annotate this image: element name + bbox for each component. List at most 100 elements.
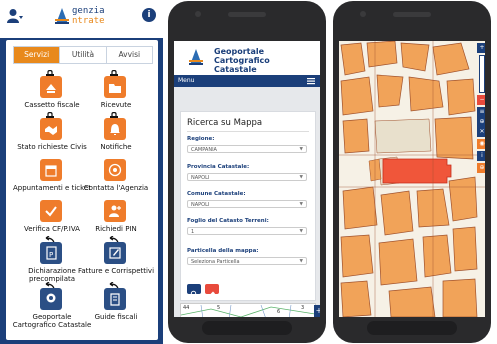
services-card: Servizi Utilità Avvisi Cassetto fiscale R… [6,40,158,340]
service-tile[interactable]: Geoportale Cartografico Catastale [13,282,91,334]
eraser-icon [209,291,215,298]
field-select[interactable]: CAMPANIA ▼ [187,145,307,153]
chevron-down-icon: ▼ [299,202,303,207]
agenzia-logo-mark-icon [55,8,69,24]
locate-button[interactable]: ⊕ [477,117,485,127]
info-icon[interactable]: i [142,8,156,22]
chevron-down-icon: ▼ [299,175,303,180]
field-select[interactable]: Seleziona Particella ▼ [187,257,307,265]
at-icon [104,159,126,181]
zoom-in-button[interactable]: + [477,43,485,53]
menu-bar[interactable]: Menu [174,75,320,87]
cadastral-map[interactable]: + − ≡ ⊕ ✕ ◉ i ⊕ [339,41,485,317]
service-tile[interactable]: Notifiche [80,112,152,164]
chevron-down-icon: ▼ [299,259,303,264]
map-number: 6 [277,309,281,315]
user-settings-icon[interactable] [6,8,24,24]
map-pin-icon [40,288,62,310]
field-label: Comune Catastale: [187,191,246,197]
drawer-icon [40,76,62,98]
tab-avvisi[interactable]: Avvisi [107,47,152,63]
cadastral-map-drawing [339,41,485,317]
field-value: NAPOLI [191,175,210,181]
edit-icon [104,242,126,264]
agenzia-entrate-logo: genzia ntrate [54,4,122,32]
field-label: Particella della mappa: [187,248,259,254]
field-label: Foglio del Catasto Terreni: [187,218,269,224]
geoportale-screen: Geoportale Cartografico Catastale Menu R… [174,41,320,317]
service-tile-label: Richiedi PIN [95,225,137,233]
expand-map-button[interactable]: + [314,305,320,317]
app-screen: genzia ntrate i Servizi Utilità Avvisi C… [0,0,163,344]
service-tile[interactable]: Stato richieste Civis [16,112,88,164]
field-select[interactable]: NAPOLI ▼ [187,173,307,181]
panel-title: Ricerca su Mappa [187,118,263,128]
navigate-button[interactable]: ⊕ [477,163,485,173]
map-number: 5 [217,305,221,311]
phone-frame-geoportale: Geoportale Cartografico Catastale Menu R… [168,1,326,343]
zoom-out-button[interactable]: − [477,95,485,105]
field-select[interactable]: 1 ▼ [187,227,307,235]
book-icon [104,288,126,310]
mini-map[interactable]: 44 5 6 3 [180,303,316,317]
agenzia-logo-mark-icon [189,49,203,65]
svg-text:P: P [49,251,53,259]
service-tile[interactable]: Guide fiscali [80,282,152,334]
tab-bar: Servizi Utilità Avvisi [13,46,153,64]
tab-servizi[interactable]: Servizi [14,47,61,63]
service-tile-label: Notifiche [100,143,132,151]
chevron-down-icon: ▼ [299,229,303,234]
target-button[interactable]: ◉ [477,139,485,149]
check-icon [40,200,62,222]
phone-speaker [228,12,266,17]
geoportale-header: Geoportale Cartografico Catastale [174,41,320,74]
field-value: Seleziona Particella [191,259,240,265]
bell-icon [104,118,126,140]
service-tile[interactable]: Contatta l'Agenzia [80,159,152,205]
logo-line-2: ntrate [72,16,105,26]
service-tile-label: Ricevute [100,101,132,109]
service-tile-label: Guide fiscali [94,313,138,321]
field-value: CAMPANIA [191,147,217,153]
field-select[interactable]: NAPOLI ▼ [187,200,307,208]
folder-icon [104,76,126,98]
phone-frame-map: + − ≡ ⊕ ✕ ◉ i ⊕ [333,1,491,343]
menu-label[interactable]: Menu [178,77,194,84]
zoom-slider[interactable] [479,55,485,93]
phone-camera [360,11,366,17]
field-label: Provincia Catastale: [187,164,250,170]
mini-map-drawing [181,304,315,317]
phone-home-button [202,321,292,335]
chevron-down-icon: ▼ [299,147,303,152]
selected-parcel[interactable] [382,158,452,184]
geoportale-body: Ricerca su Mappa Regione: CAMPANIA ▼ Provin… [174,87,320,317]
logo-line-1: genzia [72,6,105,16]
phone-camera [195,11,201,17]
tab-utilita[interactable]: Utilità [60,47,107,63]
service-tile-label: Fatture e Corrispettivi [77,267,155,275]
panel-divider [187,131,309,132]
field-label: Regione: [187,136,215,142]
phone-speaker [393,12,431,17]
phone-home-button [367,321,457,335]
calendar-icon [40,159,62,181]
field-value: 1 [191,229,195,235]
map-number: 44 [183,305,190,311]
app-header: genzia ntrate i [0,0,163,38]
field-value: NAPOLI [191,202,210,208]
clear-button[interactable] [205,284,219,298]
handshake-icon [40,118,62,140]
fullscreen-button[interactable]: ✕ [477,127,485,137]
service-tile-label: Contatta l'Agenzia [83,184,149,192]
layers-button[interactable]: ≡ [477,107,485,117]
map-number: 3 [301,305,305,311]
add-user-icon [104,200,126,222]
service-tile[interactable]: Appuntamenti e ticket [13,159,91,205]
search-button[interactable] [187,284,201,297]
map-controls: + − ≡ ⊕ ✕ ◉ i ⊕ [477,41,485,317]
geoportale-title: Geoportale Cartografico Catastale [214,47,270,74]
hamburger-menu-icon[interactable] [307,77,315,85]
info-button[interactable]: i [477,151,485,161]
search-panel: Ricerca su Mappa Regione: CAMPANIA ▼ Provin… [180,111,316,301]
search-icon [190,290,197,297]
